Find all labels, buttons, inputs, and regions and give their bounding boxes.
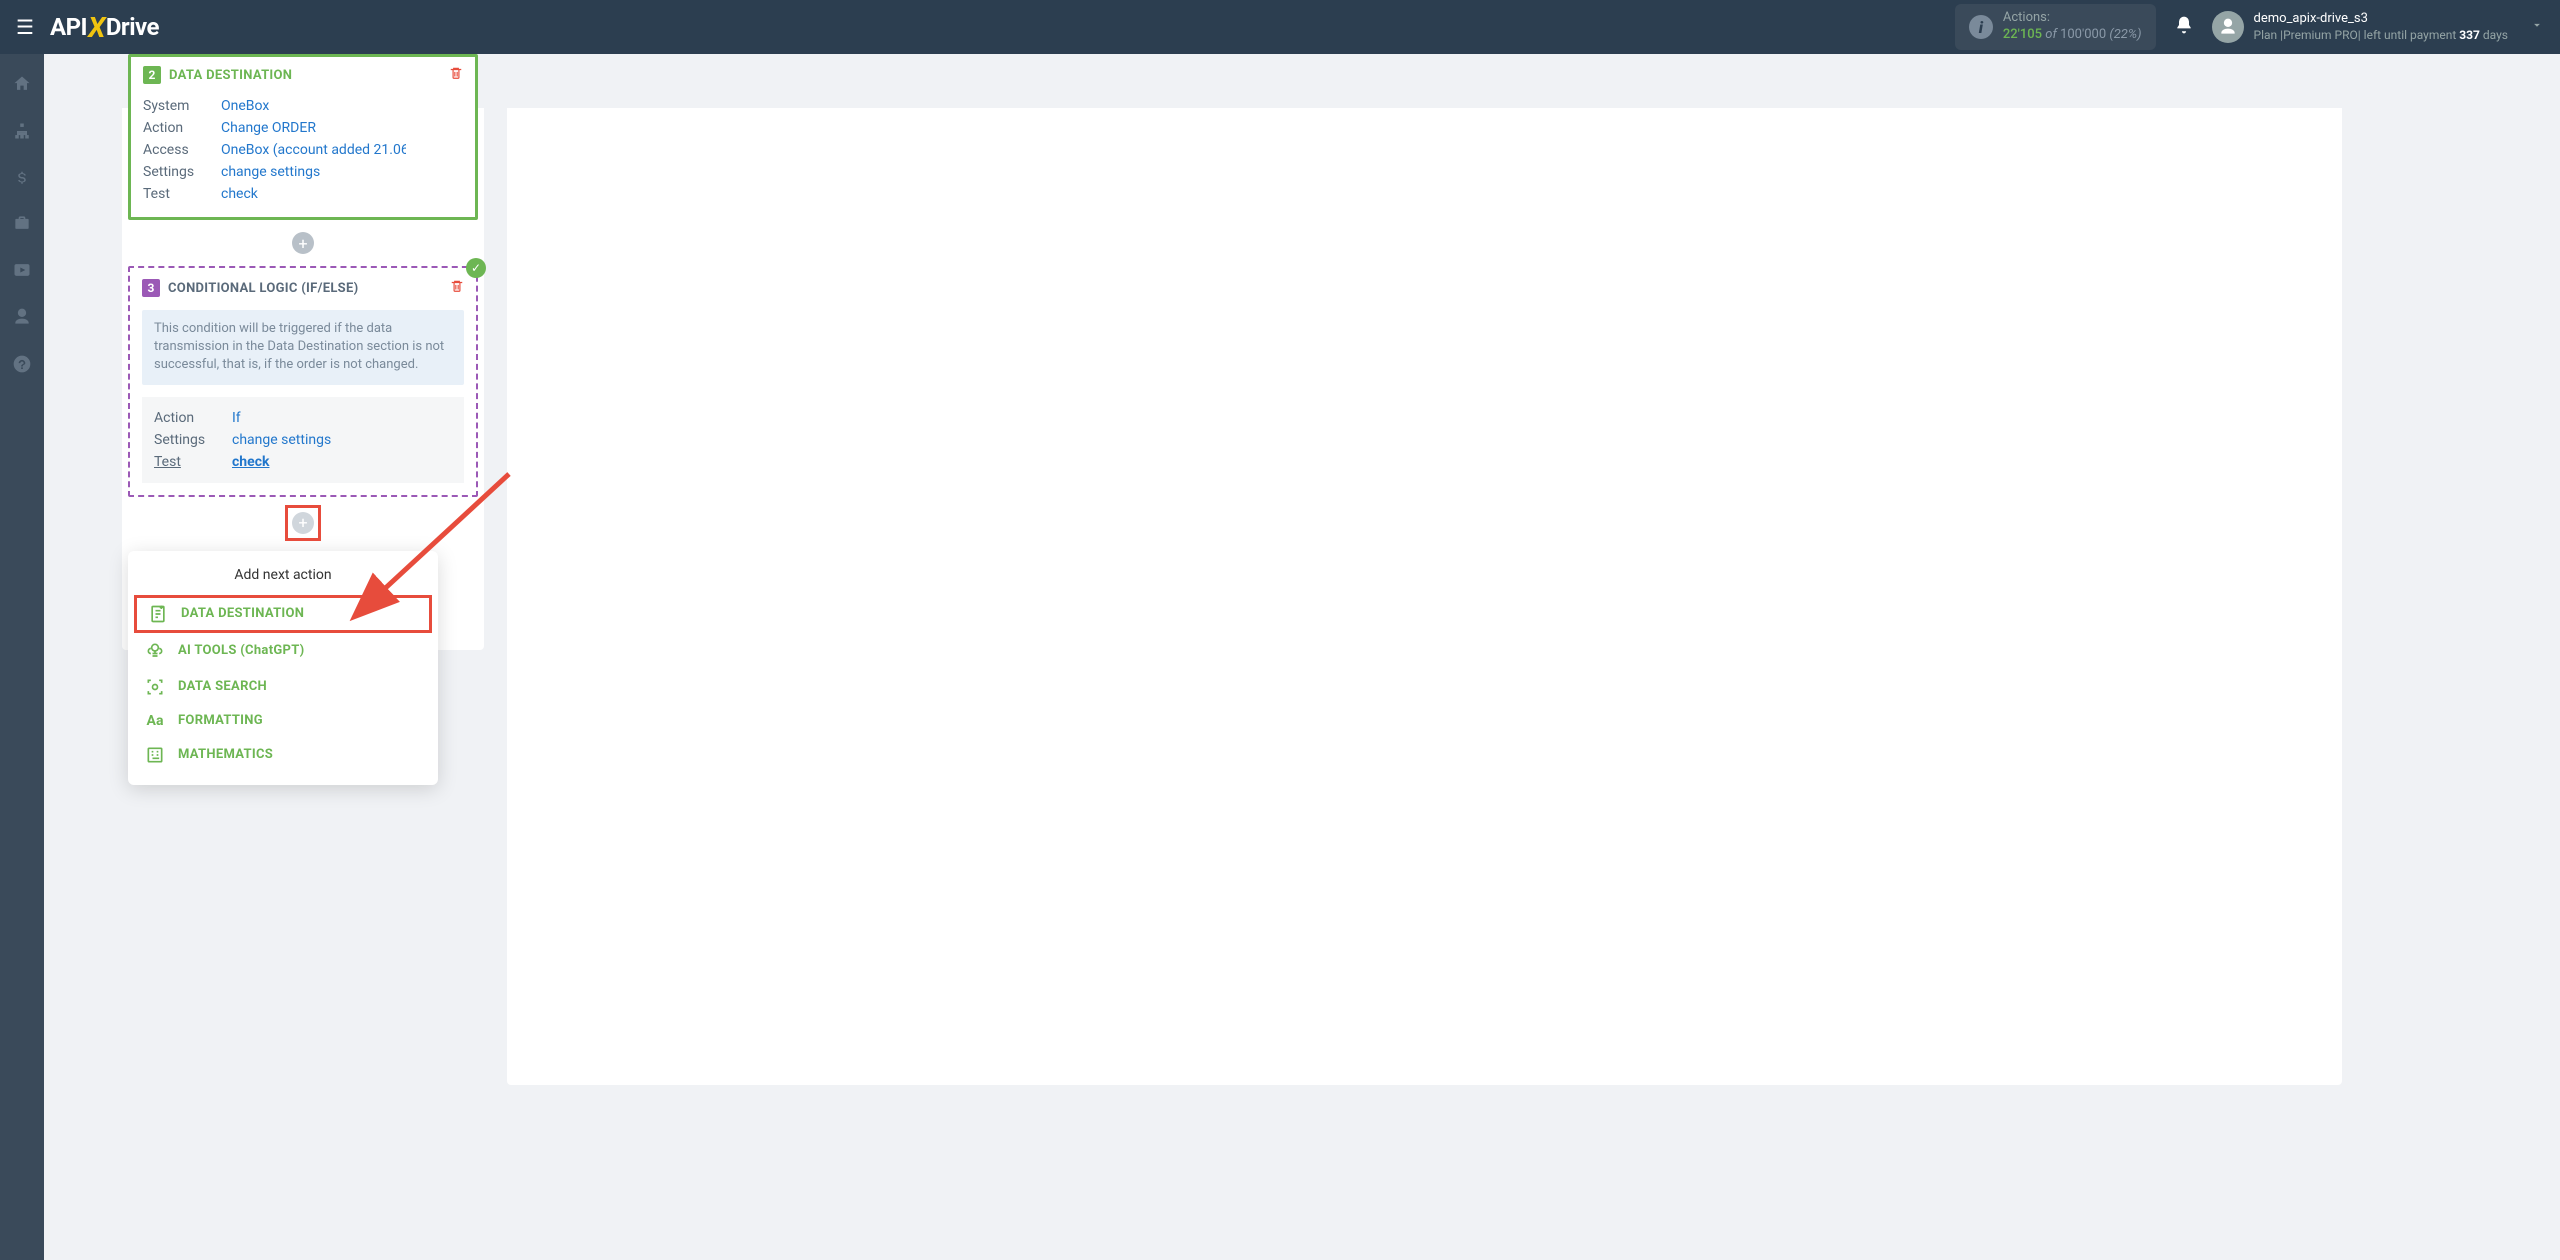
briefcase-icon[interactable] <box>12 213 32 238</box>
actions-of: of <box>2045 27 2057 42</box>
val-test[interactable]: check <box>221 186 258 202</box>
dropdown-item-data-search[interactable]: DATA SEARCH <box>128 669 438 705</box>
val-settings[interactable]: change settings <box>221 164 320 180</box>
plus-button[interactable]: + <box>292 512 314 534</box>
content-area: 2 DATA DESTINATION SystemOneBox ActionCh… <box>44 54 2560 1260</box>
cond-description: This condition will be triggered if the … <box>142 310 464 385</box>
actions-counter[interactable]: i Actions: 22'105 of 100'000 (22%) <box>1955 4 2156 50</box>
add-step-highlighted: + <box>128 497 478 541</box>
val-settings[interactable]: change settings <box>232 432 331 448</box>
actions-label: Actions: <box>2003 10 2142 27</box>
calculator-icon <box>144 745 166 765</box>
key-action: Action <box>143 120 221 136</box>
red-highlight-box: + <box>285 505 321 541</box>
dropdown-label: DATA SEARCH <box>178 679 267 694</box>
dropdown-title: Add next action <box>128 563 438 595</box>
data-destination-card[interactable]: 2 DATA DESTINATION SystemOneBox ActionCh… <box>128 54 478 220</box>
key-settings: Settings <box>143 164 221 180</box>
val-action[interactable]: Change ORDER <box>221 120 316 136</box>
top-bar-right: i Actions: 22'105 of 100'000 (22%) demo_… <box>1955 4 2544 50</box>
user-name: demo_apix-drive_s3 <box>2254 11 2508 28</box>
logo-drive: Drive <box>106 13 159 41</box>
actions-pct: (22%) <box>2109 27 2141 42</box>
youtube-icon[interactable] <box>12 260 32 285</box>
text-format-icon: Aa <box>144 713 166 729</box>
help-icon[interactable] <box>12 354 32 379</box>
val-test[interactable]: check <box>232 454 269 470</box>
scan-icon <box>144 677 166 697</box>
user-menu[interactable]: demo_apix-drive_s3 Plan |Premium PRO| le… <box>2212 11 2544 43</box>
avatar-icon <box>2212 11 2244 43</box>
key-settings: Settings <box>154 432 232 448</box>
val-system[interactable]: OneBox <box>221 98 269 114</box>
info-icon: i <box>1969 15 1993 39</box>
hamburger-menu-icon[interactable]: ☰ <box>16 15 34 39</box>
chevron-down-icon <box>2530 17 2544 36</box>
step-number-badge: 2 <box>143 66 161 84</box>
check-badge-icon: ✓ <box>466 258 486 278</box>
step-header: 2 DATA DESTINATION <box>143 65 463 85</box>
logo-x: X <box>88 11 105 44</box>
main-layout: 2 DATA DESTINATION SystemOneBox ActionCh… <box>0 54 2560 1260</box>
home-icon[interactable] <box>12 74 32 99</box>
dropdown-item-ai-tools[interactable]: AI TOOLS (ChatGPT) <box>128 633 438 669</box>
actions-count: 22'105 <box>2003 27 2042 42</box>
val-access[interactable]: OneBox (account added 21.06 <box>221 142 406 158</box>
key-test: Test <box>143 186 221 202</box>
dropdown-label: AI TOOLS (ChatGPT) <box>178 643 304 658</box>
dropdown-item-mathematics[interactable]: MATHEMATICS <box>128 737 438 773</box>
dropdown-label: MATHEMATICS <box>178 747 273 762</box>
dropdown-item-data-destination[interactable]: DATA DESTINATION <box>134 595 432 633</box>
key-test: Test <box>154 454 232 470</box>
document-plus-icon <box>147 604 169 624</box>
key-action: Action <box>154 410 232 426</box>
add-action-dropdown: Add next action DATA DESTINATION AI TOOL… <box>128 551 438 785</box>
user-icon[interactable] <box>12 307 32 332</box>
conditional-logic-card[interactable]: ✓ 3 CONDITIONAL LOGIC (IF/ELSE) This con… <box>128 266 478 497</box>
workflow-column: 2 DATA DESTINATION SystemOneBox ActionCh… <box>108 54 498 785</box>
step-number-badge: 3 <box>142 279 160 297</box>
sidebar <box>0 54 44 1260</box>
dropdown-label: DATA DESTINATION <box>181 606 304 621</box>
preview-panel <box>507 108 2342 1085</box>
trash-icon[interactable] <box>449 65 463 85</box>
cond-title: CONDITIONAL LOGIC (IF/ELSE) <box>168 281 358 296</box>
actions-total: 100'000 <box>2060 27 2106 42</box>
add-step-connector: + <box>128 220 478 266</box>
user-info: demo_apix-drive_s3 Plan |Premium PRO| le… <box>2254 11 2508 43</box>
plus-button[interactable]: + <box>292 232 314 254</box>
dropdown-item-formatting[interactable]: Aa FORMATTING <box>128 705 438 737</box>
notifications-bell-icon[interactable] <box>2174 15 2194 40</box>
cond-details: ActionIf Settingschange settings Testche… <box>142 397 464 483</box>
dropdown-label: FORMATTING <box>178 713 263 728</box>
actions-text: Actions: 22'105 of 100'000 (22%) <box>2003 10 2142 44</box>
sitemap-icon[interactable] <box>12 121 32 146</box>
trash-icon[interactable] <box>450 278 464 298</box>
key-system: System <box>143 98 221 114</box>
cond-header: 3 CONDITIONAL LOGIC (IF/ELSE) <box>142 278 464 298</box>
key-access: Access <box>143 142 221 158</box>
step-details: SystemOneBox ActionChange ORDER AccessOn… <box>143 95 463 205</box>
logo-api: API <box>50 13 87 41</box>
logo[interactable]: APIXDrive <box>50 11 159 44</box>
user-plan: Plan |Premium PRO| left until payment 33… <box>2254 28 2508 44</box>
val-action[interactable]: If <box>232 410 241 426</box>
step-title: DATA DESTINATION <box>169 68 292 83</box>
brain-icon <box>144 641 166 661</box>
top-bar: ☰ APIXDrive i Actions: 22'105 of 100'000… <box>0 0 2560 54</box>
dollar-icon[interactable] <box>13 168 31 191</box>
